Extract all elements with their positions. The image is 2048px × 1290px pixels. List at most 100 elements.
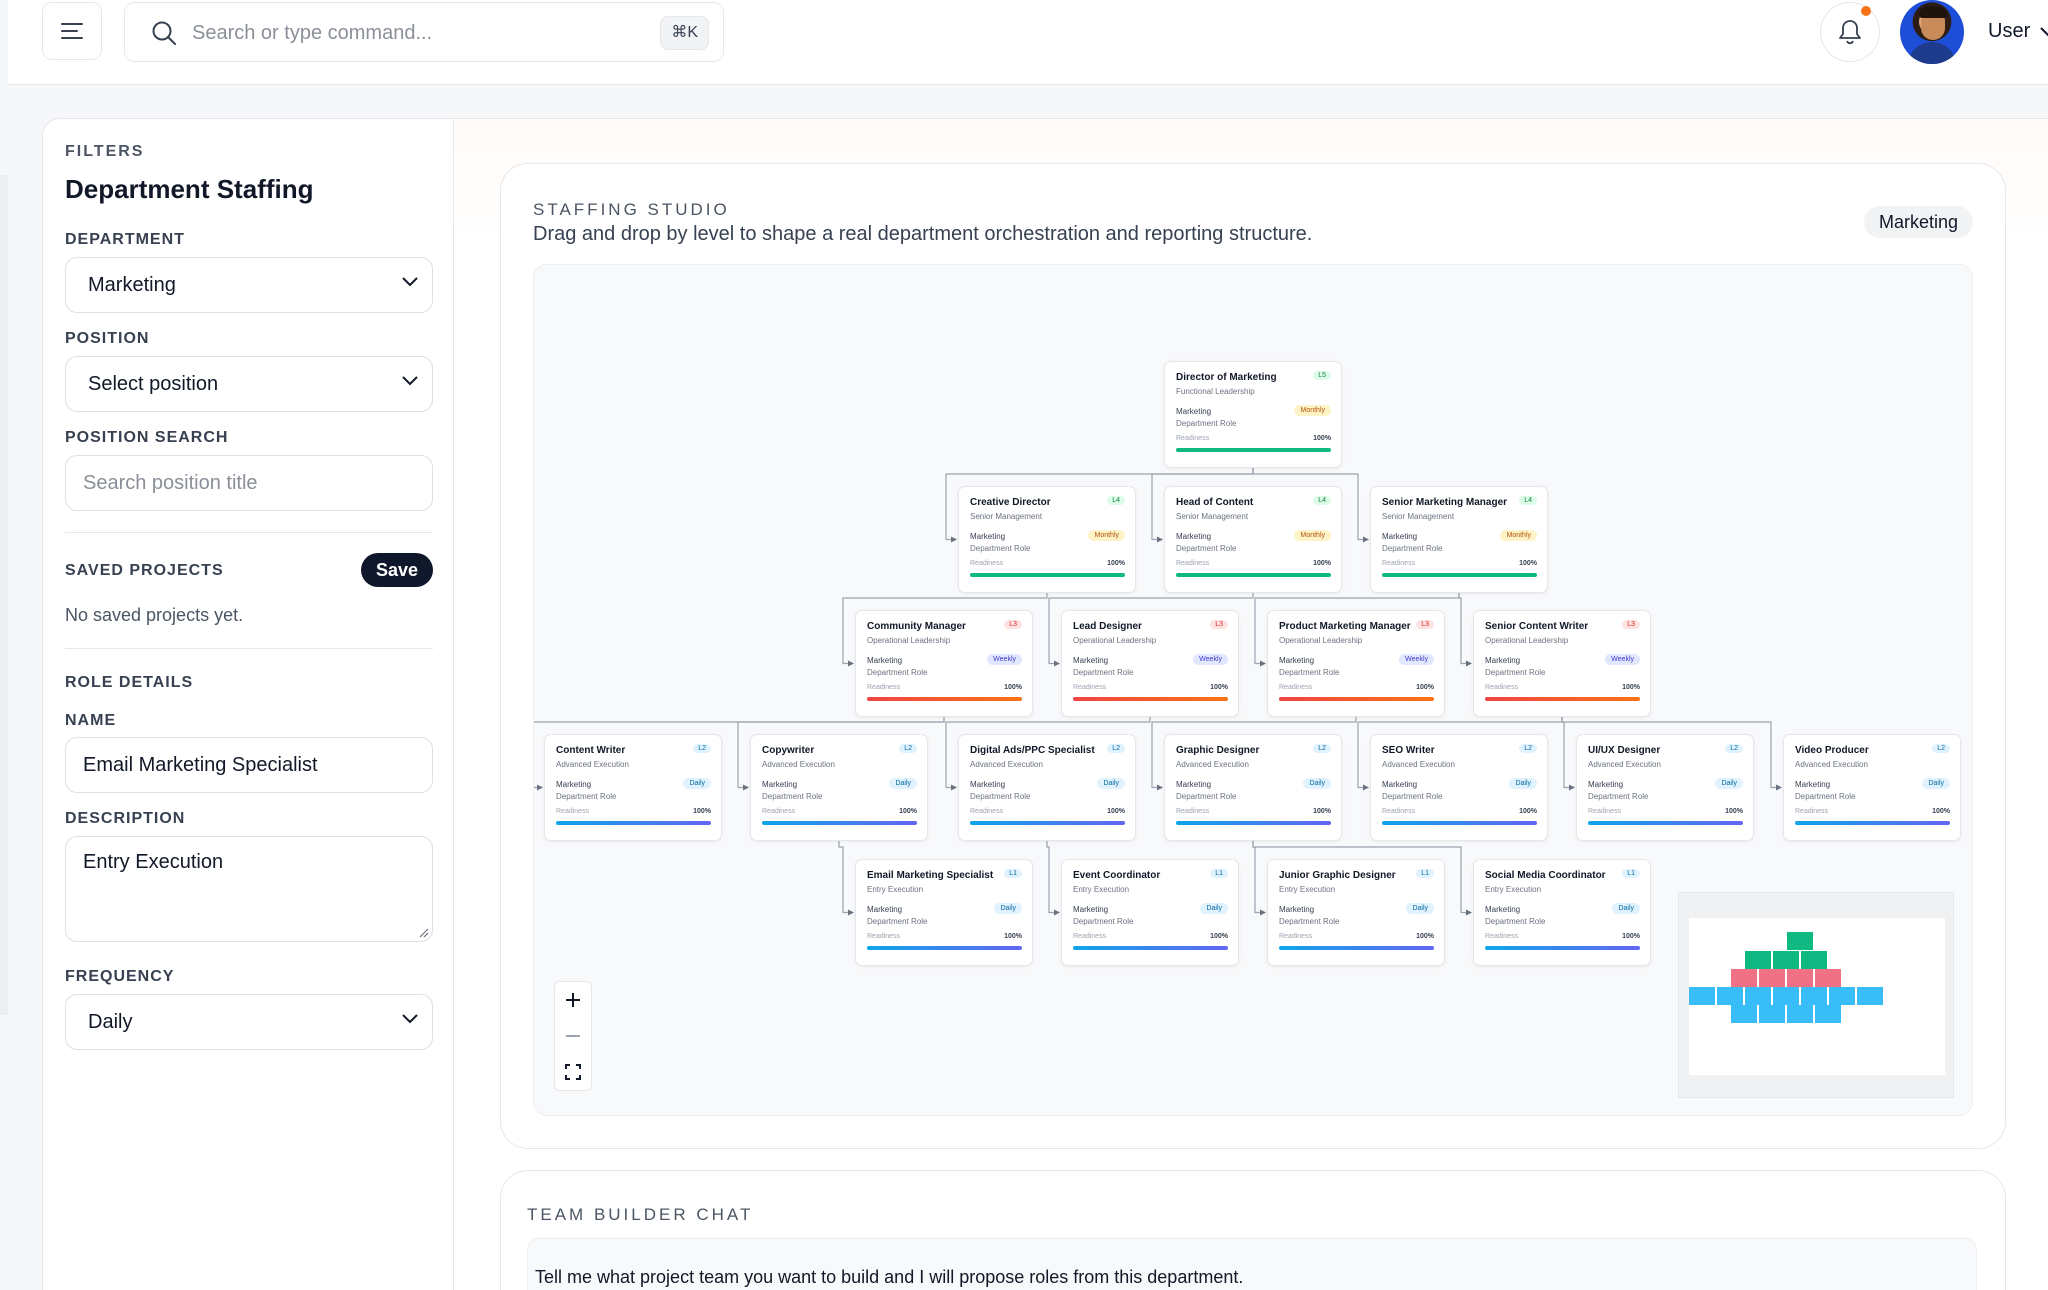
minimap-node — [1773, 987, 1799, 1005]
resize-grip-icon[interactable] — [417, 926, 429, 938]
team-builder-chat: TEAM BUILDER CHAT Tell me what project t… — [500, 1170, 2006, 1290]
readiness-label: Readiness — [762, 808, 796, 815]
role-department: Marketing — [1176, 407, 1212, 416]
position-search-placeholder: Search position title — [83, 472, 258, 494]
readiness-label: Readiness — [1176, 435, 1210, 442]
minimap-node — [1731, 1005, 1757, 1023]
readiness-value: 100% — [1107, 560, 1125, 567]
minimap-viewport — [1689, 918, 1945, 1075]
role-details-label: ROLE DETAILS — [65, 674, 194, 691]
level-badge: L2 — [1932, 744, 1950, 753]
department-role: Department Role — [1073, 668, 1134, 677]
minimap[interactable] — [1678, 892, 1954, 1098]
role-card[interactable]: Junior Graphic Designer L1 Entry Execution… — [1267, 859, 1445, 966]
frequency-badge: Weekly — [1605, 654, 1640, 665]
role-card[interactable]: Product Marketing Manager L3 Operational L… — [1267, 610, 1445, 717]
arrow-icon — [1466, 909, 1472, 916]
role-tier: Entry Execution — [1279, 885, 1336, 894]
role-card[interactable]: SEO Writer L2 Advanced Execution Marketing D… — [1370, 734, 1548, 841]
readiness-label: Readiness — [867, 684, 901, 691]
hamburger-icon — [61, 23, 83, 39]
chevron-down-icon — [402, 1014, 418, 1024]
role-tier: Operational Leadership — [1279, 636, 1363, 645]
role-department: Marketing — [1073, 656, 1109, 665]
zoom-in-button[interactable] — [555, 982, 591, 1018]
org-chart-canvas[interactable]: Director of Marketing L5 Functional Leader… — [533, 264, 1973, 1116]
role-card[interactable]: Senior Content Writer L3 Operational Leade… — [1473, 610, 1651, 717]
position-search-input[interactable]: Search position title — [65, 455, 433, 511]
frequency-badge: Daily — [1097, 778, 1125, 789]
role-card[interactable]: Email Marketing Specialist L1 Entry Execut… — [855, 859, 1033, 966]
frequency-badge: Daily — [889, 778, 917, 789]
level-badge: L2 — [1725, 744, 1743, 753]
role-department: Marketing — [1382, 532, 1418, 541]
user-menu[interactable]: User — [1988, 20, 2048, 43]
chevron-down-icon — [402, 376, 418, 386]
readiness-value: 100% — [1313, 808, 1331, 815]
save-button[interactable]: Save — [361, 553, 433, 587]
role-card[interactable]: Head of Content L4 Senior Management Market… — [1164, 486, 1342, 593]
role-card[interactable]: Lead Designer L3 Operational Leadership Mar… — [1061, 610, 1239, 717]
role-card[interactable]: Event Coordinator L1 Entry Execution Market… — [1061, 859, 1239, 966]
readiness-label: Readiness — [1588, 808, 1622, 815]
role-card[interactable]: Video Producer L2 Advanced Execution Market… — [1783, 734, 1961, 841]
role-card[interactable]: Senior Marketing Manager L4 Senior Managem… — [1370, 486, 1548, 593]
level-badge: L3 — [1622, 620, 1640, 629]
avatar[interactable] — [1900, 0, 1964, 64]
staffing-studio: STAFFING STUDIO Drag and drop by level t… — [500, 163, 2006, 1149]
readiness-bar — [970, 573, 1125, 577]
bell-icon — [1839, 20, 1861, 45]
readiness-value: 100% — [1313, 560, 1331, 567]
fit-view-button[interactable] — [555, 1054, 591, 1090]
role-card[interactable]: Content Writer L2 Advanced Execution Market… — [544, 734, 722, 841]
role-card[interactable]: Community Manager L3 Operational Leadershi… — [855, 610, 1033, 717]
role-card[interactable]: Copywriter L2 Advanced Execution Marketing D… — [750, 734, 928, 841]
frequency-badge: Monthly — [1294, 530, 1331, 541]
role-card[interactable]: Digital Ads/PPC Specialist L2 Advanced Exe… — [958, 734, 1136, 841]
readiness-value: 100% — [1519, 808, 1537, 815]
minimap-node — [1759, 969, 1785, 987]
zoom-out-button[interactable] — [555, 1018, 591, 1054]
department-pill: Marketing — [1863, 206, 1973, 238]
role-card[interactable]: UI/UX Designer L2 Advanced Execution Market… — [1576, 734, 1754, 841]
readiness-bar — [970, 821, 1125, 825]
frequency-badge: Daily — [1612, 903, 1640, 914]
readiness-value: 100% — [1210, 933, 1228, 940]
role-card[interactable]: Graphic Designer L2 Advanced Execution Mark… — [1164, 734, 1342, 841]
role-card[interactable]: Social Media Coordinator L1 Entry Executio… — [1473, 859, 1651, 966]
minus-icon — [566, 1035, 580, 1037]
arrow-icon — [1054, 909, 1060, 916]
notifications-button[interactable] — [1820, 2, 1880, 62]
studio-label: STAFFING STUDIO — [533, 200, 730, 219]
role-department: Marketing — [556, 780, 592, 789]
department-role: Department Role — [867, 917, 928, 926]
frequency-badge: Weekly — [1193, 654, 1228, 665]
role-card[interactable]: Director of Marketing L5 Functional Leader… — [1164, 361, 1342, 468]
readiness-bar — [1073, 697, 1228, 701]
minimap-node — [1717, 987, 1743, 1005]
menu-button[interactable] — [42, 2, 102, 60]
role-department: Marketing — [762, 780, 798, 789]
description-field[interactable]: Entry Execution — [65, 836, 433, 942]
role-department: Marketing — [1279, 656, 1315, 665]
role-tier: Senior Management — [1176, 512, 1249, 521]
readiness-label: Readiness — [1382, 560, 1416, 567]
department-role: Department Role — [1176, 419, 1237, 428]
arrow-icon — [1363, 784, 1369, 791]
frequency-select[interactable]: Daily — [65, 994, 433, 1050]
department-select[interactable]: Marketing — [65, 257, 433, 313]
frequency-badge: Daily — [683, 778, 711, 789]
minimap-node — [1857, 987, 1883, 1005]
department-role: Department Role — [970, 792, 1031, 801]
name-field[interactable]: Email Marketing Specialist — [65, 737, 433, 793]
level-badge: L2 — [1313, 744, 1331, 753]
frequency-badge: Weekly — [1399, 654, 1434, 665]
level-badge: L2 — [693, 744, 711, 753]
role-card[interactable]: Creative Director L4 Senior Management Mark… — [958, 486, 1136, 593]
command-search[interactable]: Search or type command... ⌘K — [124, 2, 724, 62]
chevron-down-icon — [402, 277, 418, 287]
frequency-badge: Monthly — [1500, 530, 1537, 541]
position-select[interactable]: Select position — [65, 356, 433, 412]
readiness-label: Readiness — [1176, 560, 1210, 567]
saved-projects-empty: No saved projects yet. — [65, 605, 244, 625]
